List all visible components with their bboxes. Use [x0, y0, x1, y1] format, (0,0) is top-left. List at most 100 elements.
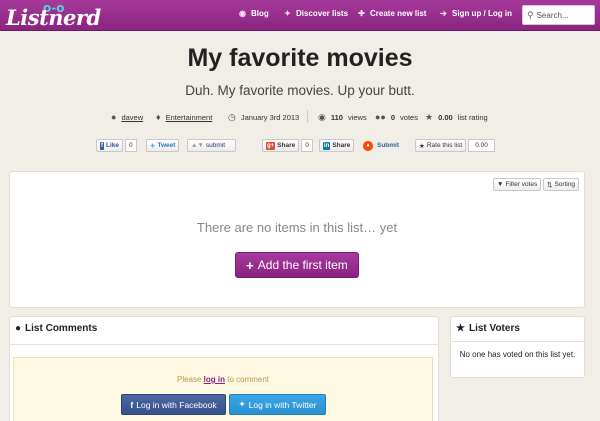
search-input[interactable] — [536, 10, 591, 20]
linkedin-widget: in Share — [319, 139, 355, 152]
nav-create-label: Create new list — [370, 9, 427, 18]
nav-discover-lists[interactable]: ✦ Discover lists — [283, 9, 348, 18]
rss-icon: ◉ — [239, 9, 246, 18]
users-icon: ●● — [375, 112, 386, 122]
compass-icon: ✦ — [284, 9, 291, 18]
gplus-widget: g+ Share 0 — [262, 139, 313, 152]
category-link[interactable]: Entertainment — [166, 113, 213, 122]
login-icon: ➔ — [440, 9, 447, 18]
votes-label: votes — [400, 112, 418, 122]
views-count: 110 — [330, 113, 343, 122]
rate-widget: ★ Rate this list 0.00 — [415, 139, 495, 152]
linkedin-share-button[interactable]: in Share — [319, 139, 355, 152]
twitter-bird-icon: ✦ — [238, 399, 246, 409]
rate-list-button[interactable]: ★ Rate this list — [415, 139, 467, 152]
reddit-widget: ● Submit — [363, 139, 399, 152]
comments-heading-text: List Comments — [25, 323, 98, 334]
meta-author: ● davew — [111, 112, 143, 122]
comments-divider — [10, 344, 438, 345]
facebook-login-button[interactable]: f Log in with Facebook — [121, 394, 226, 415]
linkedin-label: Share — [332, 142, 351, 149]
meta-views: ◉ 110 views — [318, 112, 367, 123]
filter-label: Filter votes — [505, 181, 538, 188]
gplus-count: 0 — [301, 139, 313, 152]
gplus-share-button[interactable]: g+ Share — [262, 139, 300, 152]
list-items-panel — [9, 171, 585, 308]
search-box: ⚲ — [522, 5, 595, 25]
sorting-label: Sorting — [554, 181, 576, 188]
tweet-button[interactable]: ✦ Tweet — [146, 139, 180, 152]
add-first-item-button[interactable]: + Add the first item — [235, 252, 359, 278]
digg-widget: ▲▼ submit — [187, 139, 236, 152]
tweet-label: Tweet — [157, 142, 176, 149]
nav-create-list[interactable]: ✚ Create new list — [357, 9, 426, 18]
user-icon: ● — [111, 112, 117, 122]
twitter-bird-icon: ✦ — [150, 142, 156, 150]
gplus-icon: g+ — [266, 141, 276, 150]
top-navbar: o-o Listnerd ◉ Blog ✦ Discover lists ✚ C… — [0, 0, 600, 31]
eye-icon: ◉ — [318, 112, 326, 122]
author-link[interactable]: davew — [121, 113, 143, 122]
rate-value: 0.00 — [468, 139, 495, 152]
plus-icon: ✚ — [358, 9, 365, 18]
meta-divider — [307, 110, 308, 123]
site-logo[interactable]: o-o Listnerd — [6, 1, 101, 30]
plus-icon: + — [246, 257, 254, 273]
no-voters-message: No one has voted on this list yet. — [459, 350, 576, 359]
facebook-login-label: Log in with Facebook — [136, 399, 217, 410]
login-prompt: Please log in to comment — [13, 375, 433, 384]
login-link[interactable]: log in — [204, 375, 225, 384]
like-label: Like — [106, 142, 120, 149]
tag-icon: ♦ — [156, 112, 161, 122]
twitter-login-label: Log in with Twitter — [248, 399, 317, 410]
nav-signup-label: Sign up / Log in — [452, 9, 512, 18]
arrows-icon: ▲▼ — [191, 142, 204, 149]
facebook-like-button[interactable]: f Like — [96, 139, 124, 152]
clock-icon: ◷ — [228, 112, 236, 122]
voters-divider — [451, 341, 584, 342]
facebook-icon: f — [130, 399, 134, 410]
votes-count: 0 — [390, 112, 396, 122]
facebook-like-widget: f Like 0 — [96, 139, 137, 152]
login-prompt-after: to comment — [225, 375, 270, 384]
rate-star-icon: ★ — [419, 142, 425, 150]
meta-date: ◷ January 3rd 2013 — [228, 112, 299, 123]
rating-value: 0.00 — [438, 113, 453, 122]
comments-heading: ● List Comments — [15, 323, 97, 334]
sorting-button[interactable]: ⇅ Sorting — [543, 178, 580, 191]
filter-icon: ▼ — [497, 181, 504, 188]
twitter-login-button[interactable]: ✦ Log in with Twitter — [229, 394, 326, 415]
gplus-label: Share — [277, 142, 296, 149]
login-prompt-before: Please — [176, 375, 204, 384]
logo-text: Listnerd — [6, 5, 101, 30]
meta-votes: ●● 0 votes — [375, 112, 418, 122]
comments-icon: ● — [15, 323, 22, 334]
nav-blog-label: Blog — [251, 9, 269, 18]
digg-submit-button[interactable]: ▲▼ submit — [187, 139, 236, 152]
page-title: My favorite movies — [187, 44, 413, 72]
filter-votes-button[interactable]: ▼ Filter votes — [493, 178, 542, 191]
search-icon: ⚲ — [527, 9, 534, 20]
facebook-icon: f — [100, 141, 104, 150]
nav-signup-login[interactable]: ➔ Sign up / Log in — [439, 9, 512, 18]
reddit-icon: ● — [363, 140, 373, 151]
voters-heading-text: List Voters — [468, 323, 520, 334]
date-text: January 3rd 2013 — [240, 113, 300, 122]
like-count: 0 — [125, 139, 137, 152]
star-icon: ★ — [425, 112, 434, 122]
page-subtitle: Duh. My favorite movies. Up your butt. — [185, 83, 415, 98]
views-label: views — [347, 113, 367, 122]
sort-icon: ⇅ — [547, 181, 553, 189]
nav-blog[interactable]: ◉ Blog — [238, 9, 269, 18]
meta-rating: ★ 0.00 list rating — [425, 112, 488, 123]
empty-list-message: There are no items in this list… yet — [196, 220, 398, 235]
rating-label: list rating — [457, 113, 488, 122]
tweet-widget: ✦ Tweet — [146, 139, 180, 152]
voters-heading: ★ List Voters — [456, 323, 520, 334]
nav-discover-label: Discover lists — [296, 9, 349, 18]
add-item-label: Add the first item — [257, 258, 348, 272]
linkedin-icon: in — [323, 141, 331, 150]
digg-label: submit — [205, 142, 226, 149]
meta-category: ♦ Entertainment — [156, 112, 212, 122]
reddit-submit-link[interactable]: Submit — [377, 142, 399, 149]
